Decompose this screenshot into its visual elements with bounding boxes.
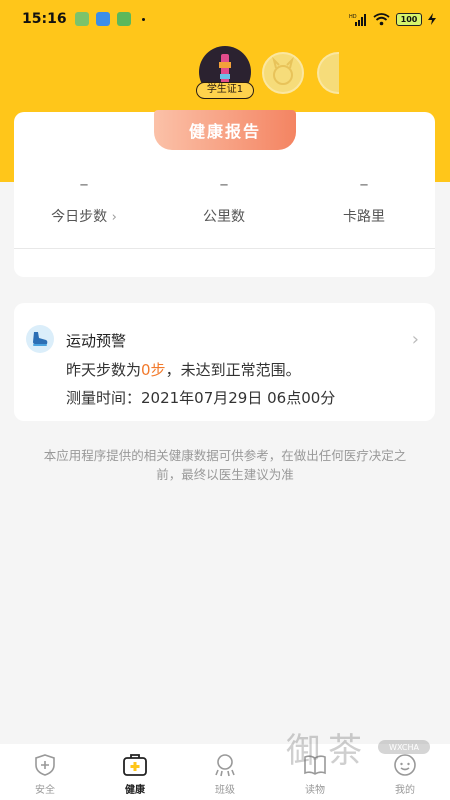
- medical-kit-icon: [122, 752, 148, 778]
- tab-safety[interactable]: 安全: [0, 744, 90, 800]
- status-bar: 15:16 HD 100: [0, 0, 450, 38]
- student-avatar-placeholder[interactable]: [262, 52, 304, 94]
- student-avatar-placeholder[interactable]: [317, 52, 339, 94]
- more-notifications-dot: [141, 17, 145, 21]
- wifi-icon: [373, 12, 390, 25]
- alert-title: 运动预警: [66, 332, 127, 350]
- stat-label: 卡路里: [343, 209, 385, 225]
- stat-label: 公里数: [203, 209, 245, 225]
- stat-value: –: [359, 174, 369, 195]
- health-report-card: 健康报告 – 今日步数 › – 公里数 – 卡路里: [14, 110, 435, 277]
- student-avatar-label: 学生证1: [196, 82, 254, 99]
- watermark-label: WXCHA: [389, 743, 419, 752]
- stat-value: –: [79, 174, 89, 195]
- report-title: 健康报告: [154, 110, 296, 150]
- signal-icon: HD: [349, 13, 366, 26]
- battery-icon: 100: [396, 12, 422, 26]
- alert-message: 昨天步数为0步，未达到正常范围。: [66, 359, 301, 380]
- alert-message-suffix: ，未达到正常范围。: [165, 361, 301, 379]
- stat-calories: – 卡路里: [294, 174, 434, 226]
- alert-measure-time: 测量时间：2021年07月29日 06点00分: [66, 389, 336, 407]
- class-group-icon: [212, 752, 238, 778]
- notification-app-icon: [74, 12, 89, 26]
- watermark: 御 茶 WXCHA: [286, 720, 436, 780]
- stat-label: 今日步数: [51, 209, 108, 225]
- tab-label: 班级: [215, 785, 235, 796]
- chevron-right-icon: ›: [411, 329, 419, 350]
- shield-plus-icon: [32, 752, 58, 778]
- stat-value: –: [219, 174, 229, 195]
- tab-label: 健康: [125, 785, 145, 796]
- student-switcher: 学生证1: [0, 46, 450, 102]
- charging-icon: [428, 13, 436, 25]
- report-stats: – 今日步数 › – 公里数 – 卡路里: [14, 174, 435, 226]
- alert-message-prefix: 昨天步数为: [66, 361, 142, 379]
- alert-step-count: 0步: [141, 361, 166, 379]
- stat-steps[interactable]: – 今日步数 ›: [14, 174, 154, 226]
- tab-label: 安全: [35, 785, 55, 796]
- exercise-alert-card[interactable]: 运动预警 › 昨天步数为0步，未达到正常范围。 测量时间：2021年07月29日…: [14, 303, 435, 421]
- tab-class[interactable]: 班级: [180, 744, 270, 800]
- tab-label: 读物: [305, 785, 325, 796]
- disclaimer-text: 本应用程序提供的相关健康数据可供参考，在做出任何医疗决定之前，最终以医生建议为准: [43, 448, 407, 482]
- default-avatar-icon: [272, 56, 294, 85]
- status-time: 15:16: [22, 11, 67, 27]
- tab-health[interactable]: 健康: [90, 744, 180, 800]
- network-type-label: HD: [349, 14, 357, 20]
- divider: [14, 248, 435, 249]
- tab-label: 我的: [395, 785, 415, 796]
- chevron-right-icon: ›: [111, 210, 117, 225]
- svg-text:茶: 茶: [328, 731, 362, 771]
- notification-app-icon: [95, 12, 110, 26]
- shoe-icon: [26, 325, 54, 353]
- svg-text:御: 御: [286, 731, 320, 771]
- stat-distance: – 公里数: [154, 174, 294, 226]
- notification-app-icon: [116, 12, 131, 26]
